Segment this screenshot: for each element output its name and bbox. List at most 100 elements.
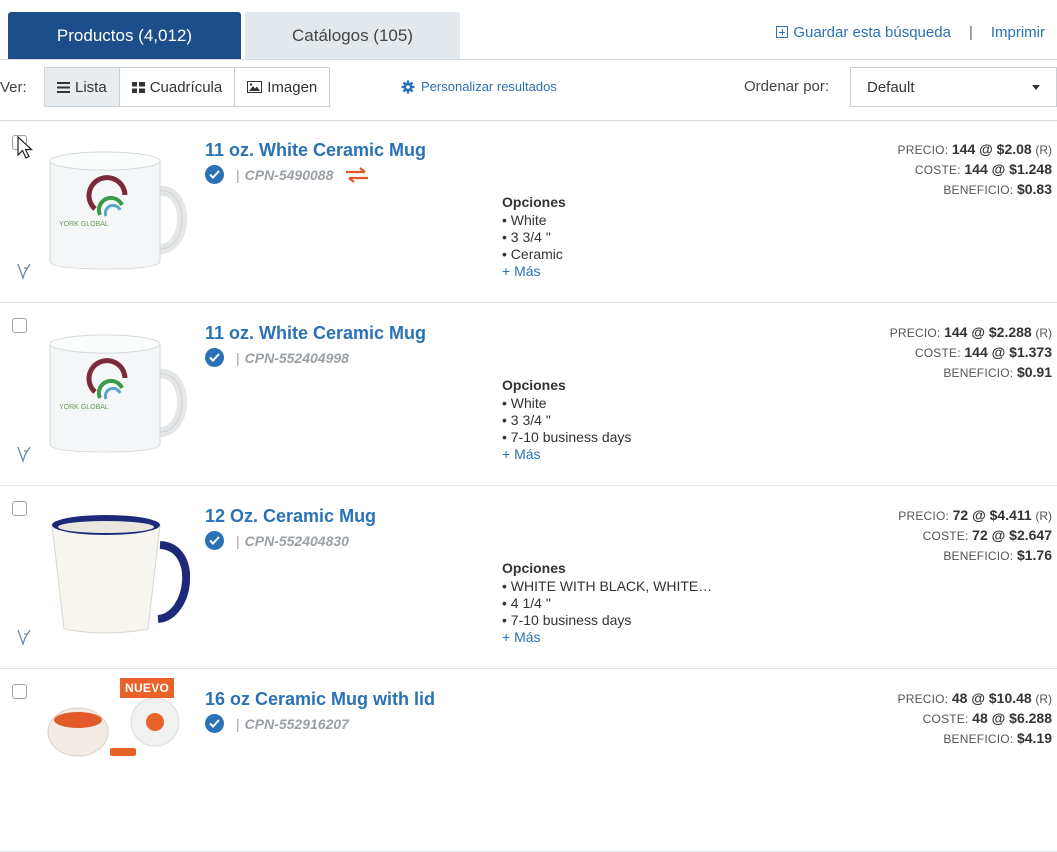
cost-line: COSTE: 144 @ $1.373 — [914, 344, 1052, 360]
plus-box-icon — [776, 26, 789, 38]
thumb-logo-text: YORK GLOBAL — [59, 404, 109, 411]
grid-icon — [131, 81, 145, 93]
verified-check-icon — [205, 165, 224, 184]
product-sku: | CPN-5490088 — [236, 166, 334, 183]
tab-catalogos[interactable]: Catálogos (105) — [245, 12, 460, 60]
product-options: Opciones • White • 3 3/4 " • Ceramic + M… — [502, 194, 566, 280]
product-sku: | CPN-552916207 — [236, 715, 349, 732]
options-heading: Opciones — [502, 194, 566, 210]
product-checkbox[interactable] — [12, 318, 27, 333]
product-sku-value: CPN-552404830 — [244, 532, 349, 549]
product-image[interactable] — [40, 324, 190, 454]
view-label: Ver: — [0, 79, 27, 96]
tabs-divider — [0, 59, 1057, 60]
list-icon — [57, 81, 70, 93]
product-image[interactable] — [40, 690, 190, 820]
option-item: • 7-10 business days — [502, 429, 632, 445]
option-item: • WHITE WITH BLACK, WHITE… — [502, 578, 713, 594]
product-sku: | CPN-552404998 — [236, 349, 349, 366]
price-line: PRECIO: 144 @ $2.08 (R) — [897, 141, 1053, 157]
product-title[interactable]: 11 oz. White Ceramic Mug — [205, 323, 426, 344]
product-sku-value: CPN-552916207 — [244, 715, 349, 732]
sku-line: | CPN-552404998 — [205, 348, 349, 367]
sort-select[interactable]: Default — [850, 67, 1057, 107]
product-title[interactable]: 11 oz. White Ceramic Mug — [205, 140, 426, 161]
sku-line: | CPN-552404830 — [205, 531, 349, 550]
product-row: 12 Oz. Ceramic Mug | CPN-552404830 Opcion… — [0, 487, 1057, 669]
verified-check-icon — [205, 531, 224, 550]
product-title[interactable]: 16 oz Ceramic Mug with lid — [205, 689, 435, 710]
price-line: PRECIO: 72 @ $4.411 (R) — [898, 507, 1052, 523]
product-sku: | CPN-552404830 — [236, 532, 349, 549]
sku-line: | CPN-552916207 — [205, 714, 349, 733]
link-separator: | — [968, 24, 973, 41]
gear-icon — [401, 80, 415, 94]
sort-value: Default — [867, 78, 915, 96]
product-pricing: PRECIO: 72 @ $4.411 (R) COSTE: 72 @ $2.6… — [898, 506, 1052, 566]
print-link[interactable]: Imprimir — [991, 24, 1045, 41]
product-title[interactable]: 12 Oz. Ceramic Mug — [205, 506, 376, 527]
compare-icon[interactable] — [16, 445, 32, 468]
cost-line: COSTE: 48 @ $6.288 — [922, 710, 1052, 726]
product-options: Opciones • WHITE WITH BLACK, WHITE… • 4 … — [502, 560, 712, 646]
compare-icon[interactable] — [16, 262, 32, 285]
more-options-link[interactable]: + Más — [502, 263, 566, 280]
sku-line: | CPN-5490088 — [205, 165, 369, 184]
option-item: • 3 3/4 " — [502, 229, 551, 245]
profit-line: BENEFICIO: $4.19 — [943, 730, 1052, 746]
product-checkbox[interactable] — [12, 684, 27, 699]
price-line: PRECIO: 144 @ $2.288 (R) — [889, 324, 1052, 340]
cost-line: COSTE: 144 @ $1.248 — [914, 161, 1052, 177]
view-list-button[interactable]: Lista — [44, 67, 120, 107]
product-sku-value: CPN-5490088 — [244, 166, 334, 183]
customize-results-link[interactable]: Personalizar resultados — [401, 79, 557, 94]
profit-line: BENEFICIO: $1.76 — [943, 547, 1052, 563]
product-row: YORK GLOBAL 11 oz. White Ceramic Mug | CP… — [0, 304, 1057, 486]
option-item: • White — [502, 212, 547, 228]
sort-label: Ordenar por: — [744, 78, 830, 95]
price-line: PRECIO: 48 @ $10.48 (R) — [897, 690, 1053, 706]
product-sku-value: CPN-552404998 — [244, 349, 349, 366]
view-list-label: Lista — [75, 78, 107, 96]
view-grid-button[interactable]: Cuadrícula — [118, 67, 236, 107]
cost-line: COSTE: 72 @ $2.647 — [922, 527, 1052, 543]
profit-line: BENEFICIO: $0.83 — [943, 181, 1052, 197]
view-grid-label: Cuadrícula — [149, 78, 223, 96]
more-options-link[interactable]: + Más — [502, 629, 712, 646]
options-heading: Opciones — [502, 377, 566, 393]
product-pricing: PRECIO: 144 @ $2.08 (R) COSTE: 144 @ $1.… — [898, 140, 1053, 200]
thumb-logo-text: YORK GLOBAL — [59, 221, 109, 228]
profit-line: BENEFICIO: $0.91 — [943, 364, 1052, 380]
option-item: • 3 3/4 " — [502, 412, 551, 428]
view-image-label: Imagen — [267, 78, 318, 96]
product-pricing: PRECIO: 144 @ $2.288 (R) COSTE: 144 @ $1… — [890, 323, 1052, 383]
product-image[interactable] — [40, 507, 190, 637]
product-pricing: PRECIO: 48 @ $10.48 (R) COSTE: 48 @ $6.2… — [898, 689, 1053, 749]
top-links: Guardar esta búsqueda | Imprimir — [776, 24, 1045, 41]
save-search-link[interactable]: Guardar esta búsqueda — [776, 24, 951, 41]
product-options: Opciones • White • 3 3/4 " • 7-10 busine… — [502, 377, 631, 463]
new-badge: NUEVO — [120, 678, 175, 698]
more-options-link[interactable]: + Más — [502, 446, 631, 463]
verified-check-icon — [205, 714, 224, 733]
compare-icon[interactable] — [16, 628, 32, 651]
swap-arrows-icon[interactable] — [345, 166, 369, 183]
view-button-group: Lista Cuadrícula Imagen — [44, 67, 331, 107]
option-item: • 4 1/4 " — [502, 595, 551, 611]
product-checkbox[interactable] — [12, 501, 27, 516]
view-toolbar: Ver: Lista Cuadrícula Imagen Personaliza… — [0, 67, 1057, 111]
product-row: YORK GLOBAL 11 oz. White Ceramic Mug | CP… — [0, 121, 1057, 303]
image-icon — [247, 81, 263, 93]
tab-productos[interactable]: Productos (4,012) — [8, 12, 241, 60]
customize-results-label: Personalizar resultados — [421, 79, 557, 94]
mouse-pointer-icon — [17, 135, 34, 165]
view-image-button[interactable]: Imagen — [234, 67, 331, 107]
options-heading: Opciones — [502, 560, 566, 576]
save-search-label: Guardar esta búsqueda — [793, 24, 951, 41]
product-row: NUEVO 16 oz Ceramic Mug with lid | CPN-55… — [0, 670, 1057, 852]
tabs-bar: Productos (4,012) Catálogos (105) Guarda… — [0, 0, 1057, 60]
product-image[interactable] — [40, 141, 190, 271]
option-item: • 7-10 business days — [502, 612, 632, 628]
option-item: • White — [502, 395, 547, 411]
chevron-down-icon — [1032, 84, 1040, 90]
